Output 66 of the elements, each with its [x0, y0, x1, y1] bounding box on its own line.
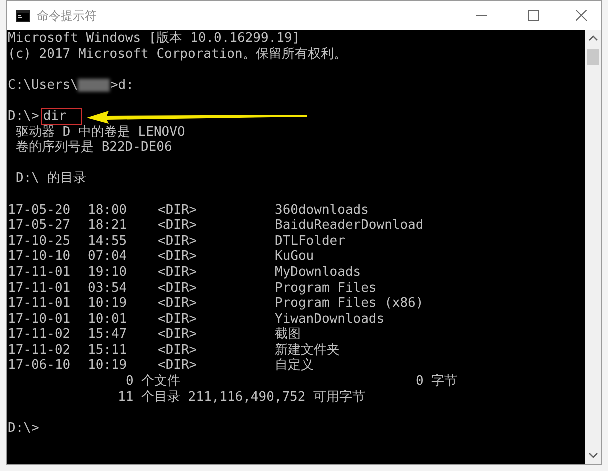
console-line: D:\ 的目录 — [16, 171, 86, 187]
entry-type: <DIR> — [158, 280, 198, 296]
summary-text: 0 个文件 — [126, 374, 182, 390]
command-text: dir — [41, 108, 82, 125]
redacted-username — [78, 78, 110, 92]
close-icon[interactable] — [576, 10, 587, 21]
entry-type: <DIR> — [158, 264, 198, 280]
entry-time: 07:04 — [88, 249, 128, 265]
entry-name: MyDownloads — [275, 264, 362, 280]
entry-time: 10:19 — [88, 296, 128, 312]
entry-type: <DIR> — [158, 234, 198, 250]
entry-type: <DIR> — [158, 202, 198, 218]
entry-time: 15:47 — [88, 327, 128, 343]
entry-type: <DIR> — [158, 358, 198, 374]
entry-name: KuGou — [275, 249, 316, 265]
prompt-text: D:\> — [8, 420, 40, 436]
prompt-text: D:\> — [8, 108, 40, 125]
scrollbar[interactable] — [585, 30, 601, 464]
entry-name: 自定义 — [275, 358, 315, 374]
entry-name: 360downloads — [275, 202, 370, 218]
prompt-text: C:\Users\ — [8, 78, 78, 94]
scroll-thumb[interactable] — [587, 49, 599, 65]
entry-type: <DIR> — [158, 342, 198, 358]
entry-time: 15:11 — [88, 342, 128, 358]
entry-type: <DIR> — [158, 296, 198, 312]
entry-type: <DIR> — [158, 218, 198, 234]
entry-name: Program Files (x86) — [275, 296, 425, 312]
entry-type: <DIR> — [158, 327, 198, 343]
entry-date: 17-10-25 — [8, 234, 72, 250]
entry-date: 17-11-02 — [8, 327, 72, 343]
entry-date: 17-05-27 — [8, 218, 72, 234]
entry-time: 18:00 — [88, 202, 128, 218]
entry-time: 03:54 — [88, 280, 128, 296]
console-line: Microsoft Windows [版本 10.0.16299.19] — [8, 31, 300, 47]
entry-type: <DIR> — [158, 312, 198, 328]
console-line: (c) 2017 Microsoft Corporation。保留所有权利。 — [8, 46, 347, 62]
entry-time: 10:01 — [88, 312, 128, 328]
scroll-up-icon[interactable] — [588, 35, 598, 41]
entry-time: 19:10 — [88, 264, 128, 280]
entry-date: 17-10-10 — [8, 249, 72, 265]
entry-type: <DIR> — [158, 249, 198, 265]
entry-date: 17-11-01 — [8, 296, 72, 312]
entry-name: Program Files — [275, 280, 378, 296]
maximize-icon[interactable] — [528, 10, 539, 21]
entry-name: 截图 — [275, 327, 302, 343]
console-app-icon — [16, 10, 30, 22]
console-line: 驱动器 D 中的卷是 LENOVO — [16, 124, 186, 140]
entry-date: 17-11-02 — [8, 342, 72, 358]
console-line: 卷的序列号是 B22D-DE06 — [16, 140, 172, 156]
command-text: >d: — [110, 78, 134, 94]
entry-date: 17-11-01 — [8, 280, 72, 296]
entry-name: 新建文件夹 — [275, 342, 341, 358]
summary-text: 11 个目录 211,116,490,752 可用字节 — [118, 390, 366, 406]
entry-date: 17-10-01 — [8, 312, 72, 328]
scroll-down-icon[interactable] — [588, 453, 598, 459]
entry-time: 10:19 — [88, 358, 128, 374]
entry-time: 18:21 — [88, 218, 128, 234]
entry-name: YiwanDownloads — [275, 312, 386, 327]
window-title: 命令提示符 — [37, 8, 97, 24]
entry-date: 17-05-20 — [8, 202, 72, 218]
entry-time: 14:55 — [88, 234, 128, 250]
summary-text: 0 字节 — [416, 374, 459, 390]
entry-name: DTLFolder — [275, 234, 346, 250]
entry-date: 17-06-10 — [8, 358, 72, 374]
entry-date: 17-11-01 — [8, 264, 72, 280]
entry-name: BaiduReaderDownload — [275, 218, 425, 234]
